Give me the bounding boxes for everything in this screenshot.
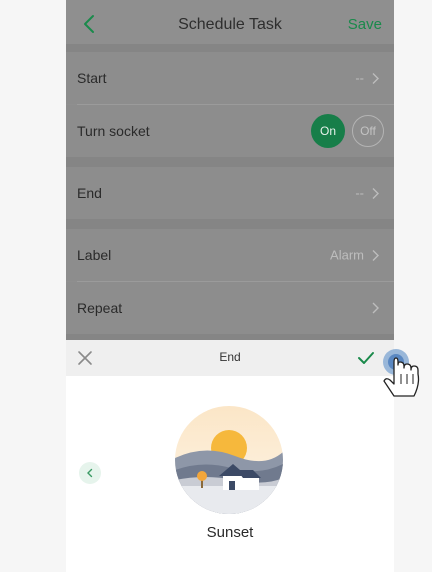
- sheet-title: End: [219, 350, 241, 364]
- chevron-right-icon: [372, 72, 379, 84]
- section-gap: [66, 157, 394, 167]
- chevron-right-icon: [372, 187, 379, 199]
- start-value: --: [355, 70, 364, 86]
- chevron-left-icon[interactable]: [78, 12, 102, 36]
- end-value: --: [355, 185, 364, 201]
- start-label: Start: [77, 70, 107, 86]
- repeat-label: Repeat: [77, 300, 123, 316]
- chevron-right-icon: [372, 302, 379, 314]
- scene-label: Sunset: [206, 524, 254, 541]
- chevron-left-icon: [87, 468, 93, 478]
- page-title: Schedule Task: [178, 16, 282, 33]
- checkmark-icon[interactable]: [356, 348, 376, 368]
- hand-cursor-icon: [383, 349, 420, 397]
- section-gap: [66, 219, 394, 229]
- turn-socket-row: Turn socket On Off: [66, 105, 394, 157]
- label-row[interactable]: Label Alarm: [66, 229, 394, 281]
- nav-bar: Schedule Task Save: [66, 10, 394, 40]
- label-value: Alarm: [330, 247, 364, 263]
- off-toggle-button[interactable]: Off: [352, 115, 384, 147]
- on-toggle-button[interactable]: On: [311, 114, 345, 148]
- turn-socket-label: Turn socket: [77, 123, 150, 139]
- end-row[interactable]: End --: [66, 167, 394, 219]
- chevron-right-icon: [372, 249, 379, 261]
- end-label: End: [77, 185, 102, 201]
- sunset-illustration[interactable]: [175, 406, 283, 514]
- previous-scene-button[interactable]: [79, 462, 101, 484]
- phone-screen: Schedule Task Save Start -- Turn socket …: [66, 0, 394, 572]
- save-button[interactable]: Save: [348, 16, 382, 33]
- repeat-row[interactable]: Repeat: [66, 282, 394, 334]
- start-row[interactable]: Start --: [66, 52, 394, 104]
- sheet-header: End: [66, 340, 394, 376]
- sheet-body: Sunset: [66, 376, 394, 572]
- section-gap: [66, 44, 394, 52]
- label-label: Label: [77, 247, 112, 263]
